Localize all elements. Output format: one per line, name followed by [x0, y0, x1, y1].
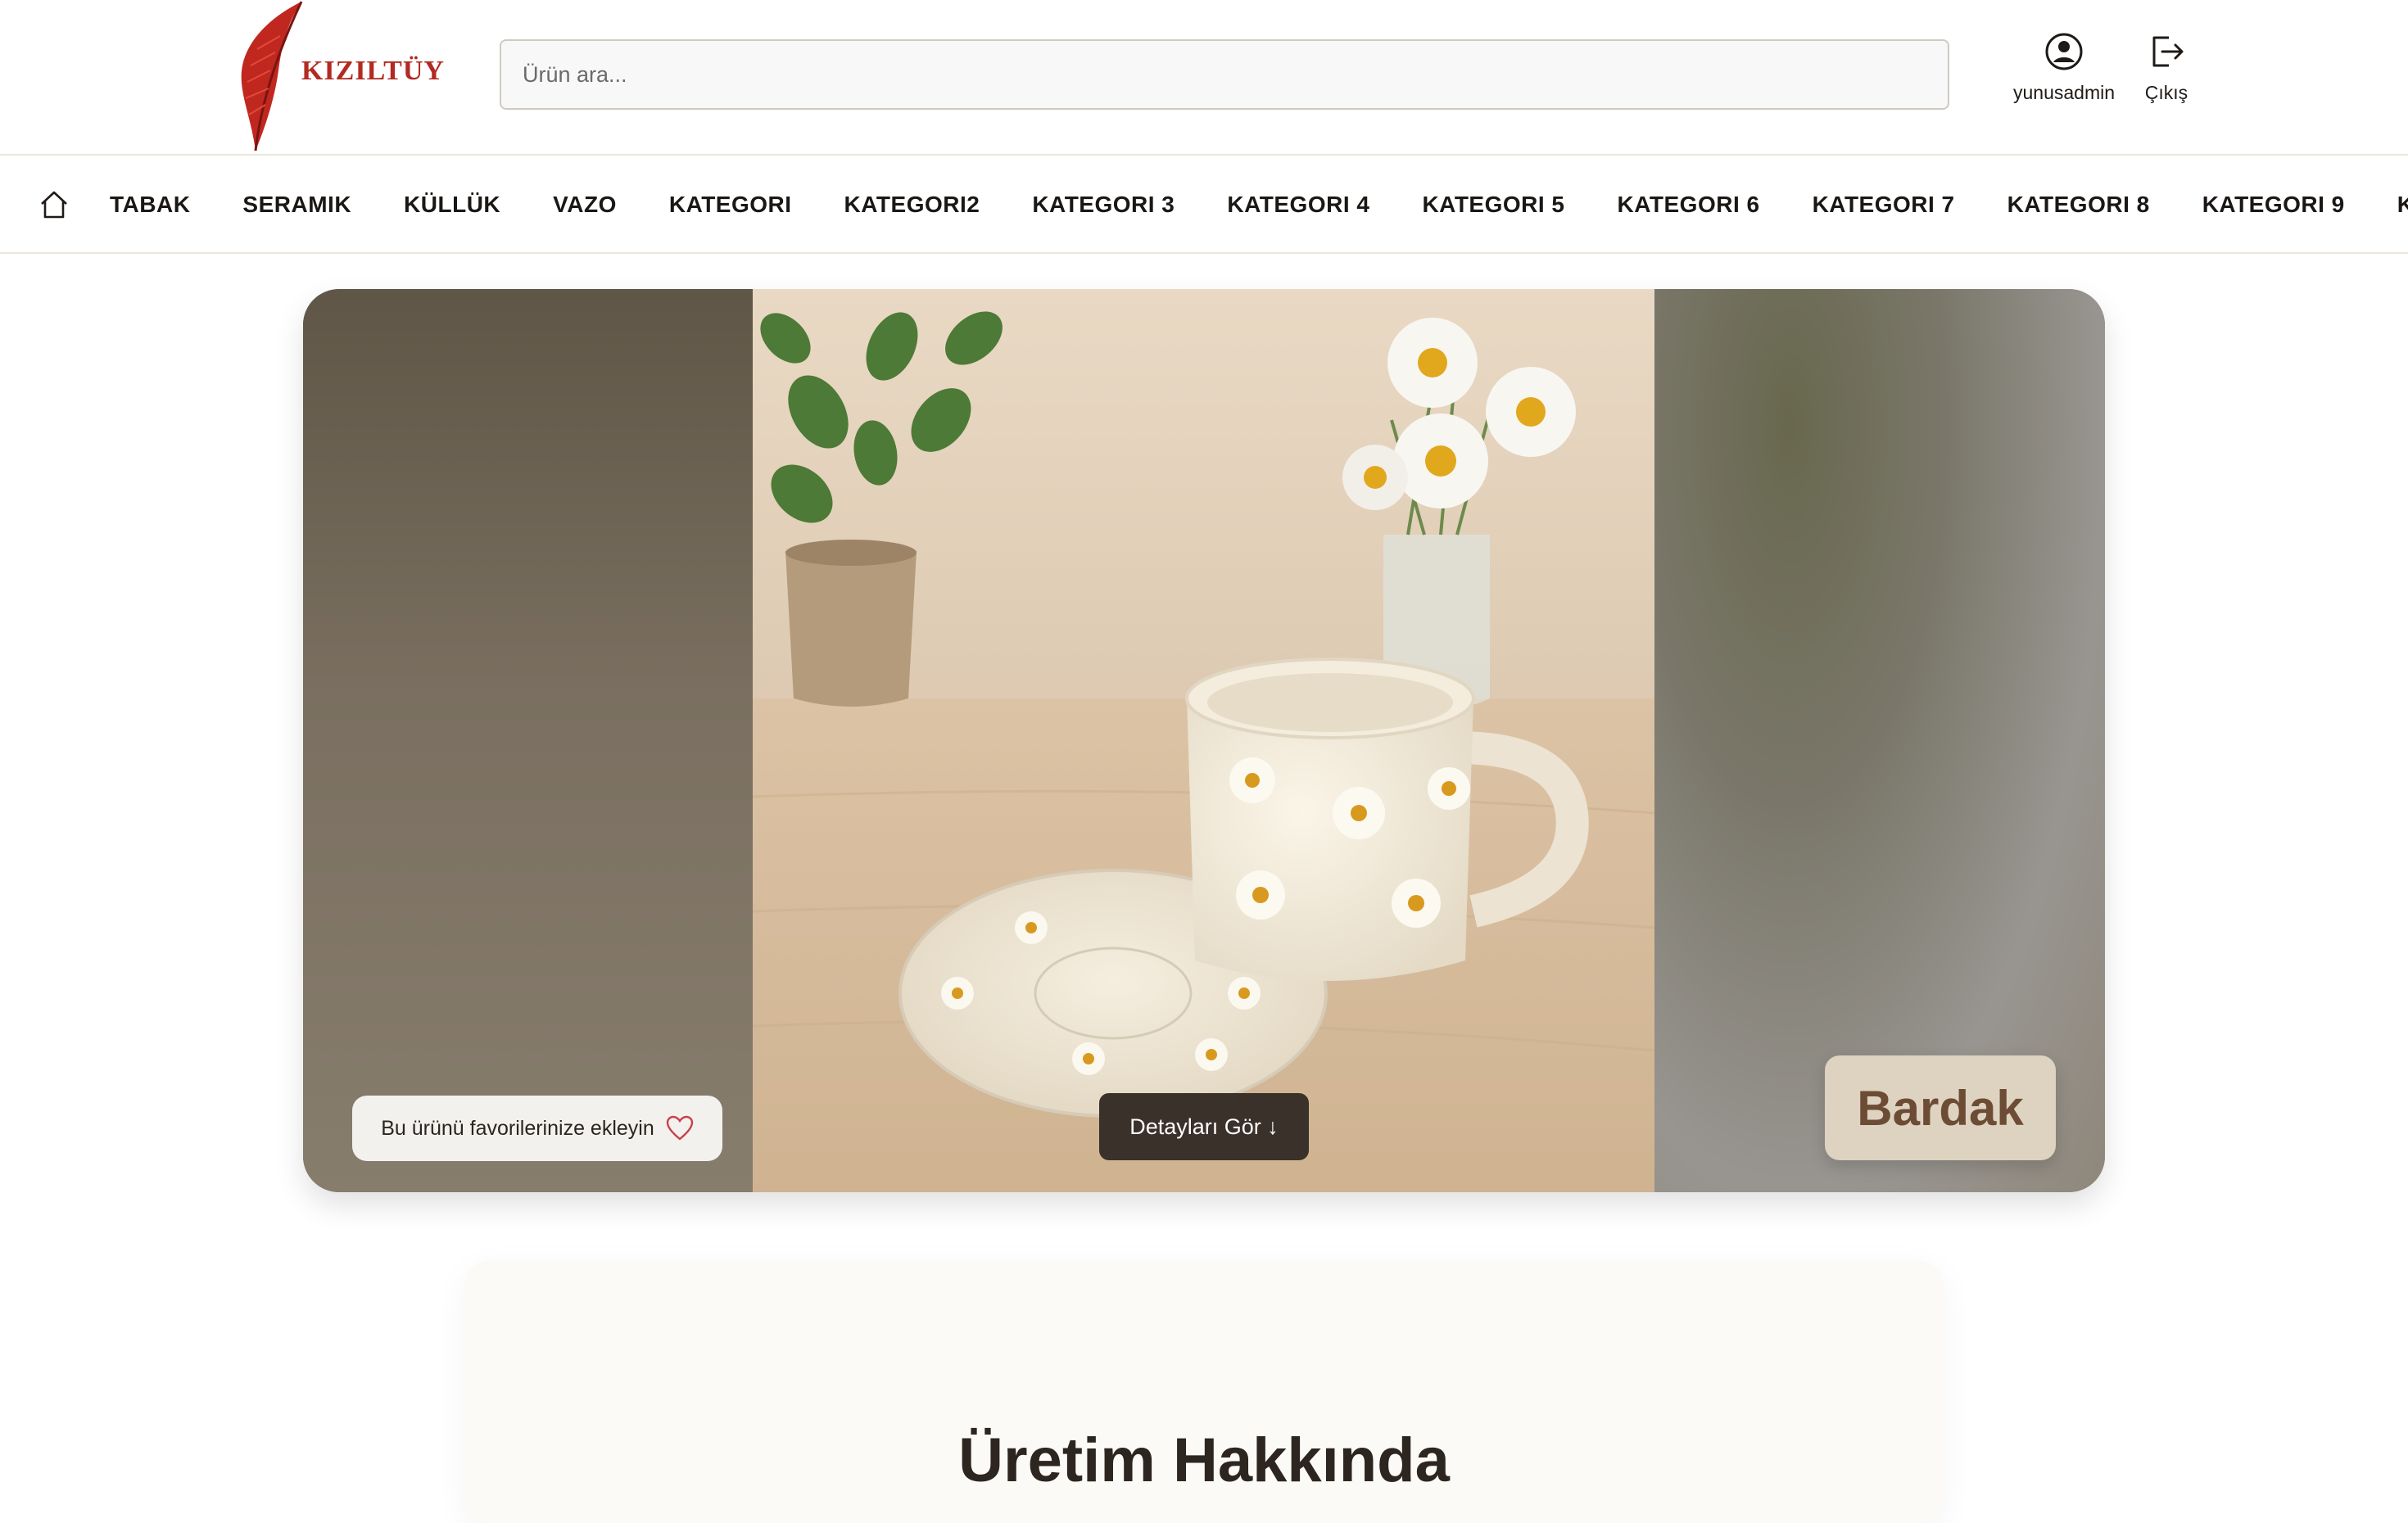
nav-item-kategori-9[interactable]: KATEGORI 9	[2202, 192, 2345, 218]
nav-item-kategori-3[interactable]: KATEGORI 3	[1032, 192, 1175, 218]
view-details-label: Detayları Gör ↓	[1129, 1114, 1279, 1139]
logout-label: Çıkış	[2144, 82, 2188, 103]
user-circle-icon	[2045, 33, 2083, 70]
product-name-badge: Bardak	[1825, 1055, 2056, 1160]
add-to-favorites-button[interactable]: Bu ürünü favorilerinize ekleyin	[352, 1096, 722, 1161]
logout-button[interactable]: Çıkış	[2130, 33, 2203, 104]
search-box	[500, 39, 1949, 110]
about-title: Üretim Hakkında	[958, 1426, 1450, 1495]
nav-item-kategori-4[interactable]: KATEGORI 4	[1227, 192, 1369, 218]
nav-item-tabak[interactable]: TABAK	[110, 192, 190, 218]
view-details-button[interactable]: Detayları Gör ↓	[1099, 1093, 1309, 1160]
nav-item-seramik[interactable]: SERAMIK	[242, 192, 351, 218]
search-input[interactable]	[501, 41, 1948, 108]
nav-item-kategori-5[interactable]: KATEGORI 5	[1422, 192, 1564, 218]
home-icon[interactable]	[38, 188, 70, 221]
user-account-button[interactable]: yunusadmin	[2011, 33, 2117, 104]
nav-item-kategori[interactable]: KATEGORI	[669, 192, 792, 218]
hero-product-image	[753, 289, 1654, 1192]
nav-item-kategori-7[interactable]: KATEGORI 7	[1813, 192, 1955, 218]
nav-item-vazo[interactable]: VAZO	[553, 192, 617, 218]
nav-item-kategori2[interactable]: KATEGORI2	[844, 192, 980, 218]
about-section: Üretim Hakkında	[465, 1261, 1943, 1523]
brand-logo[interactable]: KIZILTÜY	[228, 0, 444, 154]
category-nav: TABAK SERAMIK KÜLLÜK VAZO KATEGORI KATEG…	[0, 156, 2408, 254]
nav-item-kategori-8[interactable]: KATEGORI 8	[2007, 192, 2150, 218]
logout-icon	[2152, 36, 2184, 67]
product-name: Bardak	[1857, 1080, 2024, 1136]
hero-blurred-backdrop-left	[303, 289, 753, 1192]
brand-name: KIZILTÜY	[301, 56, 445, 86]
favorite-label: Bu ürünü favorilerinize ekleyin	[381, 1116, 654, 1140]
site-header: KIZILTÜY yunusadmin Çıkış	[0, 0, 2408, 156]
hero-slider: Bu ürünü favorilerinize ekleyin Detaylar…	[303, 289, 2105, 1192]
nav-item-kulluk[interactable]: KÜLLÜK	[404, 192, 500, 218]
nav-item-kategori-6[interactable]: KATEGORI 6	[1618, 192, 1760, 218]
heart-icon	[666, 1115, 693, 1141]
username-label: yunusadmin	[2012, 82, 2116, 103]
nav-item-kategori-overflow[interactable]: KATEGORI	[2397, 192, 2408, 218]
